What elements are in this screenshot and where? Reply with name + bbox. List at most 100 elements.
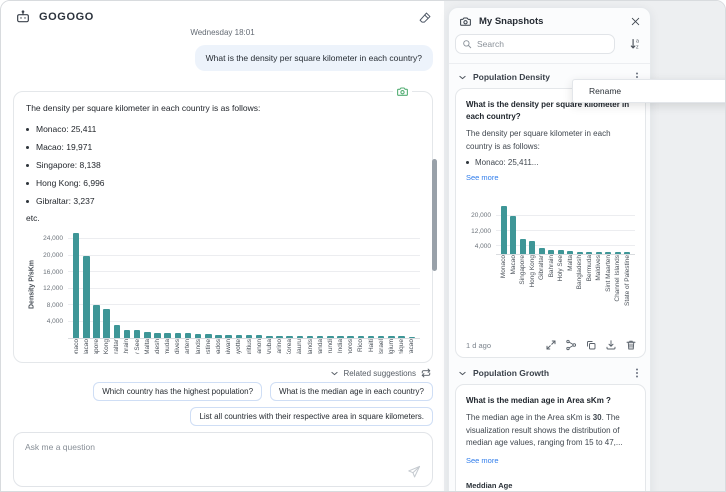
x-axis-label: San Marino bbox=[275, 339, 284, 354]
copy-icon[interactable] bbox=[585, 339, 597, 351]
bar-macao bbox=[83, 256, 90, 338]
chat-scrollbar[interactable] bbox=[432, 159, 437, 271]
expand-icon[interactable] bbox=[545, 339, 557, 351]
bar-nauru bbox=[297, 336, 304, 338]
snapshot-card-density[interactable]: What is the density per square kilometer… bbox=[455, 88, 646, 358]
x-axis-label: Hong Kong bbox=[102, 339, 111, 354]
x-axis-label: Gibraltar bbox=[537, 255, 546, 280]
x-axis-label: Belgium bbox=[387, 339, 396, 354]
snapshot-question: What is the median age in Area sKm ? bbox=[466, 395, 635, 407]
bars bbox=[496, 199, 635, 254]
close-icon[interactable] bbox=[630, 16, 641, 27]
suggestion-chips-row: List all countries with their respective… bbox=[190, 407, 433, 426]
send-icon[interactable] bbox=[407, 465, 421, 479]
suggestion-chip[interactable]: What is the median age in each country? bbox=[270, 382, 433, 401]
bar-gibraltar bbox=[539, 248, 545, 254]
suggestion-chip[interactable]: Which country has the highest population… bbox=[93, 382, 262, 401]
x-axis-label: Israel bbox=[377, 339, 386, 354]
y-tick-label: 8,000 bbox=[47, 302, 63, 310]
suggestion-chip[interactable]: List all countries with their respective… bbox=[190, 407, 433, 426]
bar-hong-kong bbox=[103, 309, 110, 338]
x-axis-label: Sint Maarten bbox=[183, 339, 192, 354]
y-tick-label: 12,000 bbox=[43, 285, 63, 293]
bullet-dot bbox=[466, 161, 469, 164]
bar-maldives bbox=[596, 252, 602, 254]
x-axis-label: Aruba bbox=[265, 339, 274, 354]
bullet-dot bbox=[26, 200, 29, 203]
x-axis-label: Singapore bbox=[92, 339, 101, 354]
y-tick-label: 4,000 bbox=[475, 243, 491, 251]
x-axis-label: Lebanon bbox=[255, 339, 264, 354]
see-more-link[interactable]: See more bbox=[466, 173, 499, 182]
download-icon[interactable] bbox=[605, 339, 617, 351]
bar-state-of-palestine bbox=[205, 334, 212, 338]
list-item: Singapore: 8,138 bbox=[26, 156, 420, 174]
bar-maldives bbox=[175, 333, 182, 338]
x-axis-label: Martinique bbox=[397, 339, 406, 354]
user-message-bubble: What is the density per square kilometer… bbox=[195, 45, 433, 71]
list-item: Macao: 19,971 bbox=[26, 138, 420, 156]
bar-channel-islands bbox=[615, 252, 621, 254]
list-item: Monaco: 25,411... bbox=[466, 158, 635, 167]
snapshot-card-growth[interactable]: What is the median age in Area sKm ? The… bbox=[455, 384, 646, 492]
snapshot-body: The median age in the Area sKm is 30. Th… bbox=[466, 412, 635, 450]
app-title: GOGOGO bbox=[39, 11, 94, 23]
app-window: GOGOGO Wednesday 18:01 What is the densi… bbox=[0, 0, 726, 492]
x-axis-label: Maldives bbox=[173, 339, 182, 354]
x-axis-label: State of Palestine bbox=[623, 255, 632, 306]
context-menu-item-rename[interactable]: Rename bbox=[573, 80, 726, 102]
bot-bullet-list: Monaco: 25,411 Macao: 19,971 Singapore: … bbox=[26, 120, 420, 210]
bar-aruba bbox=[266, 336, 273, 338]
refresh-icon[interactable] bbox=[421, 368, 431, 378]
bar-belgium bbox=[388, 336, 395, 338]
search-input[interactable] bbox=[477, 39, 608, 49]
section-population-growth[interactable]: Population Growth bbox=[458, 366, 643, 380]
question-input[interactable] bbox=[14, 433, 432, 471]
bar-macao bbox=[510, 216, 516, 254]
x-axis-label: South Korea bbox=[285, 339, 294, 354]
x-axis-label: Maldives bbox=[594, 255, 603, 281]
see-more-link[interactable]: See more bbox=[466, 456, 499, 465]
kebab-menu-icon[interactable] bbox=[631, 366, 643, 380]
bullet-dot bbox=[26, 146, 29, 149]
robot-icon bbox=[15, 9, 31, 25]
x-axis-label: Barbados bbox=[214, 339, 223, 354]
x-axis-label: Mayotte bbox=[234, 339, 243, 354]
message-timestamp: Wednesday 18:01 bbox=[1, 28, 444, 37]
eraser-icon[interactable] bbox=[418, 11, 434, 27]
snapshot-age: 1 d ago bbox=[466, 341, 491, 350]
x-axis-label: Hong Kong bbox=[528, 255, 537, 288]
trash-icon[interactable] bbox=[625, 339, 637, 351]
x-axis-label: Sint Maarten bbox=[604, 255, 613, 292]
bar-haiti bbox=[368, 336, 375, 338]
x-axis-label: Channel Islands bbox=[194, 339, 203, 354]
bullet-text: Gibraltar: 3,237 bbox=[36, 192, 95, 210]
bullet-text: Monaco: 25,411... bbox=[475, 158, 538, 167]
bar-holy-see bbox=[134, 330, 141, 338]
x-axis-label: Taiwan bbox=[224, 339, 233, 354]
suggestion-chips-row: Which country has the highest population… bbox=[93, 382, 433, 401]
bar-sint-maarten bbox=[605, 252, 611, 254]
list-item: Gibraltar: 3,237 bbox=[26, 192, 420, 210]
bar-india bbox=[337, 336, 344, 338]
bot-intro-text: The density per square kilometer in each… bbox=[26, 102, 420, 114]
x-axis-label: Netherlands bbox=[306, 339, 315, 354]
y-tick-label: 24,000 bbox=[43, 235, 63, 243]
divider bbox=[449, 63, 650, 64]
bar-mauritius bbox=[246, 335, 253, 338]
x-axis-label: Monaco bbox=[72, 339, 81, 354]
chevron-down-icon bbox=[458, 73, 467, 82]
nodes-icon[interactable] bbox=[565, 339, 577, 351]
sort-icon[interactable]: a z bbox=[629, 37, 643, 51]
snapshot-actions bbox=[545, 339, 637, 351]
related-suggestions-toggle[interactable]: Related suggestions bbox=[330, 368, 432, 378]
bot-response-card: The density per square kilometer in each… bbox=[13, 91, 433, 363]
x-axis-labels: MonacoMacaoSingaporeHong KongGibraltarBa… bbox=[68, 339, 420, 354]
bullet-text: Singapore: 8,138 bbox=[36, 156, 101, 174]
bullet-dot bbox=[26, 128, 29, 131]
y-tick-label: 12,000 bbox=[471, 228, 491, 236]
y-tick-label: 16,000 bbox=[43, 269, 63, 277]
plot-area: MonacoMacaoSingaporeHong KongGibraltarBa… bbox=[68, 229, 420, 354]
snapshot-camera-icon[interactable] bbox=[393, 85, 412, 98]
x-axis-label: Haiti bbox=[367, 339, 376, 352]
